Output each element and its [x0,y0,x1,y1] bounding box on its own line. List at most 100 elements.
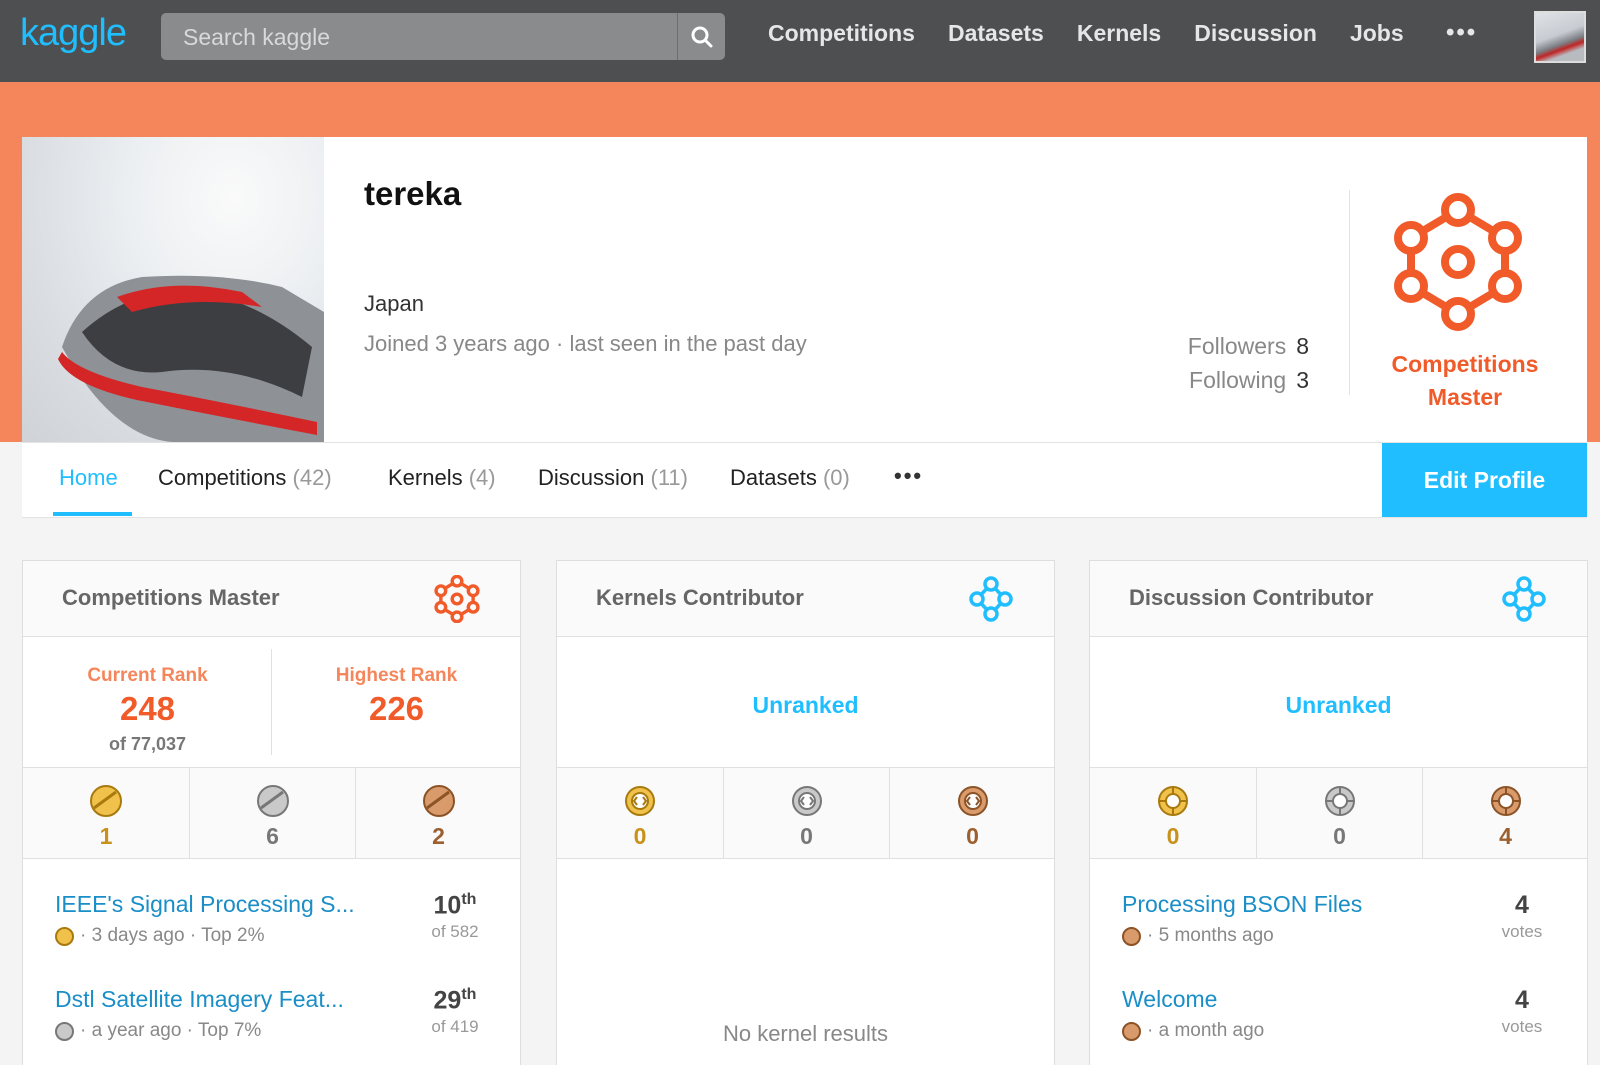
no-kernel-results: No kernel results [722,1021,889,1046]
competitions-master-icon [1394,193,1522,331]
discussion-title[interactable]: Welcome [1122,986,1217,1013]
card-header: Competitions Master [23,561,520,637]
highest-rank-value: 226 [368,690,425,727]
followers-count: 8 [1296,333,1309,359]
competition-rank-of: of 419 [431,1017,479,1037]
highest-rank-label: Highest Rank [335,665,458,686]
kaggle-logo[interactable]: kaggle [20,12,127,55]
unranked-label: Unranked [1285,692,1392,718]
nav-link-discussion[interactable]: Discussion [1194,20,1317,47]
bronze-discussion-medal-icon [1491,786,1521,816]
contributor-icon [969,576,1013,622]
discussion-meta: · a month ago [1122,1020,1264,1042]
list-item[interactable]: Dstl Satellite Imagery Feat... · a year … [55,986,495,1065]
bronze-medal-icon [423,785,455,817]
bronze-medal-count: 4 [1499,823,1512,849]
discussion-votes: 4 votes [1482,986,1562,1037]
card-title: Competitions Master [62,585,280,610]
competition-title[interactable]: IEEE's Signal Processing S... [55,891,355,918]
search-button[interactable] [677,13,725,60]
tab-discussion[interactable]: Discussion (11) [538,465,688,491]
gold-medal-icon [90,785,122,817]
list-item[interactable]: Welcome · a month ago 4 votes [1122,986,1562,1065]
silver-medal-icon [257,785,289,817]
list-item[interactable]: Processing BSON Files · 5 months ago 4 v… [1122,891,1562,971]
tab-kernels[interactable]: Kernels (4) [388,465,496,491]
competition-title[interactable]: Dstl Satellite Imagery Feat... [55,986,344,1013]
nav-more-menu[interactable]: ••• [1446,19,1477,47]
votes-count: 4 [1515,986,1529,1014]
tier-line2: Master [1427,384,1503,410]
competition-rank-suffix: th [461,891,477,908]
card-header: Kernels Contributor [557,561,1054,637]
card-title: Discussion Contributor [1129,585,1374,610]
votes-label: votes [1501,922,1543,941]
tier-title: Competitions Master [1355,348,1575,414]
discussion-meta: · 5 months ago [1122,925,1274,947]
top-nav: kaggle Search kaggle Competitions Datase… [0,0,1600,82]
contributor-icon [1502,576,1546,622]
followers-label: Followers [1187,333,1287,359]
card-title: Kernels Contributor [596,585,804,610]
competition-rank: 29th of 419 [415,986,495,1037]
rank-area: Current Rank 248 of 77,037 Highest Rank … [23,637,520,768]
discussion-meta-text: · 5 months ago [1147,925,1274,946]
nav-link-kernels[interactable]: Kernels [1077,20,1161,47]
competition-rank: 10th of 582 [415,891,495,942]
votes-label: votes [1501,1017,1543,1036]
tab-discussion-label: Discussion [538,465,645,490]
competition-rank-value: 10th [415,891,495,920]
medals-row: 0 0 4 [1090,768,1587,859]
votes-count: 4 [1515,891,1529,919]
silver-medal-cell: 6 [189,768,355,858]
profile-joined: Joined 3 years ago · last seen in the pa… [364,331,807,356]
gold-medal-count: 0 [633,823,647,849]
highest-rank: Highest Rank 226 [272,637,521,768]
tab-home[interactable]: Home [59,465,118,491]
tab-competitions[interactable]: Competitions (42) [158,465,332,491]
bronze-medal-cell: 0 [889,768,1055,858]
nav-link-competitions[interactable]: Competitions [768,20,915,47]
discussion-title[interactable]: Processing BSON Files [1122,891,1362,918]
unranked-label: Unranked [752,692,859,718]
current-rank: Current Rank 248 of 77,037 [23,637,272,768]
kernels-card: Kernels Contributor Unranked 0 0 0 No ke… [556,560,1055,1065]
silver-medal-cell: 0 [723,768,889,858]
gold-discussion-medal-icon [1158,786,1188,816]
discussion-votes: 4 votes [1482,891,1562,942]
competitions-card: Competitions Master Current Rank 248 of … [22,560,521,1065]
tabs-more-menu[interactable]: ••• [894,463,923,489]
silver-discussion-medal-icon [1325,786,1355,816]
tab-competitions-count: (42) [292,465,332,490]
rank-area: Unranked [1090,637,1587,768]
following-row[interactable]: Following 3 [1189,367,1309,394]
competition-rank-number: 10 [433,891,462,920]
tab-datasets-label: Datasets [730,465,817,490]
current-rank-of: of 77,037 [108,734,187,754]
list-item[interactable]: IEEE's Signal Processing S... · 3 days a… [55,891,495,971]
tab-kernels-count: (4) [468,465,496,490]
edit-profile-button[interactable]: Edit Profile [1382,443,1587,517]
tab-discussion-count: (11) [650,465,689,490]
silver-kernel-medal-icon [792,786,822,816]
competition-rank-value: 29th [415,986,495,1015]
current-rank-value: 248 [119,690,176,727]
current-rank-label: Current Rank [87,665,208,686]
competition-meta-text: · a year ago · Top 7% [80,1020,262,1041]
search-icon [691,26,712,47]
rank-area: Unranked [557,637,1054,768]
following-label: Following [1189,367,1287,393]
profile-tabs: Home Competitions (42) Kernels (4) Discu… [22,442,1587,518]
followers-row[interactable]: Followers 8 [1188,333,1309,360]
competition-meta: · a year ago · Top 7% [55,1020,261,1042]
competitions-master-small-icon [434,575,480,623]
nav-link-jobs[interactable]: Jobs [1350,20,1404,47]
nav-links: Competitions Datasets Kernels Discussion… [768,20,1404,47]
silver-medal-count: 6 [266,823,279,849]
competition-rank-number: 29 [433,986,462,1015]
gold-kernel-medal-icon [625,786,655,816]
user-avatar[interactable] [1534,11,1586,63]
tab-datasets[interactable]: Datasets (0) [730,465,850,491]
search-input[interactable]: Search kaggle [161,13,725,60]
nav-link-datasets[interactable]: Datasets [948,20,1044,47]
